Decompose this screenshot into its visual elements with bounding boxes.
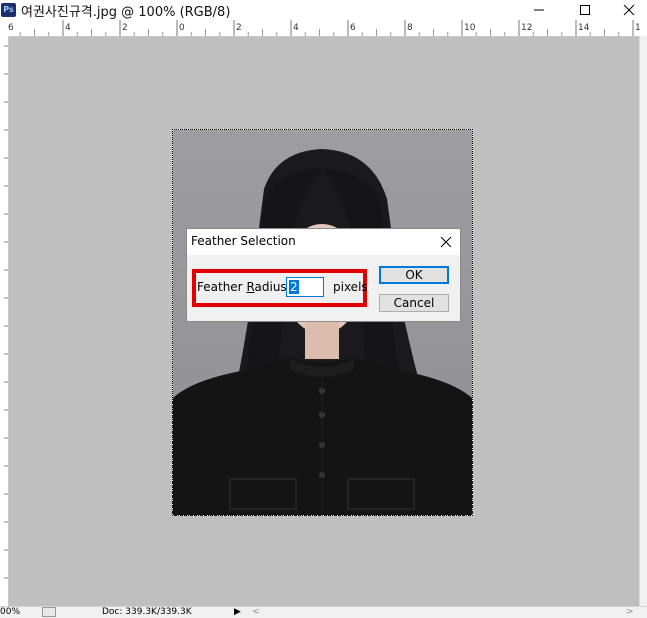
status-menu-icon[interactable] <box>42 607 56 617</box>
units-label: pixels <box>333 280 368 294</box>
ruler-tick-label: 4 <box>293 23 299 33</box>
ruler-tick-label: 12 <box>521 23 532 33</box>
horizontal-ruler[interactable]: 6 4 2 0 2 4 6 8 10 12 14 16 <box>5 20 647 37</box>
vertical-scrollbar[interactable] <box>639 36 647 606</box>
feather-radius-label: Feather Radius: <box>197 280 291 294</box>
ok-button[interactable]: OK <box>379 266 449 284</box>
ruler-tick-label: 16 <box>635 23 640 33</box>
feather-selection-dialog: Feather Selection Feather Radius: 2 pixe… <box>186 228 461 322</box>
ruler-tick-label: 6 <box>350 23 356 33</box>
ruler-tick-label: 14 <box>578 23 590 33</box>
maximize-button[interactable] <box>567 0 603 20</box>
ruler-ticks: 6 4 2 0 2 4 6 8 10 12 14 16 <box>5 20 647 36</box>
close-window-button[interactable] <box>611 0 647 20</box>
scroll-right-icon[interactable]: > <box>626 607 634 618</box>
ruler-tick-label: 8 <box>407 23 413 33</box>
zoom-level[interactable]: 00% <box>0 607 20 618</box>
ruler-tick-label: 4 <box>65 23 71 33</box>
ruler-tick-label: 6 <box>8 23 14 33</box>
document-size: Doc: 339.3K/339.3K <box>102 607 192 617</box>
cancel-button[interactable]: Cancel <box>379 294 449 312</box>
status-arrow-icon[interactable]: ▶ <box>234 607 241 618</box>
minimize-button[interactable] <box>521 0 557 20</box>
document-title: 여권사진규격.jpg @ 100% (RGB/8) <box>21 5 231 20</box>
status-bar: 00% Doc: 339.3K/339.3K ▶ < > <box>0 606 647 618</box>
vertical-ruler-ticks <box>4 45 8 579</box>
mnemonic-letter: R <box>246 280 255 294</box>
portrait-photo[interactable] <box>172 129 473 516</box>
portrait-image <box>172 129 473 516</box>
maximize-icon <box>580 5 590 15</box>
feather-radius-input[interactable]: 2 <box>286 277 324 297</box>
vertical-ruler[interactable] <box>0 36 9 606</box>
minimize-icon <box>534 9 544 11</box>
close-icon <box>440 236 452 248</box>
ruler-tick-label: 0 <box>179 23 185 33</box>
ruler-tick-label: 2 <box>122 23 128 33</box>
scroll-left-icon[interactable]: < <box>252 607 260 618</box>
photoshop-app-icon: Ps <box>1 3 16 17</box>
ruler-corner <box>0 20 8 36</box>
ruler-tick-label: 10 <box>464 23 476 33</box>
ruler-tick-label: 2 <box>236 23 242 33</box>
close-icon <box>623 4 635 16</box>
title-bar: Ps 여권사진규격.jpg @ 100% (RGB/8) <box>0 0 647 20</box>
dialog-close-button[interactable] <box>436 232 456 252</box>
dialog-header: Feather Selection <box>187 229 460 255</box>
dialog-title: Feather Selection <box>191 234 296 248</box>
radius-value: 2 <box>289 280 299 294</box>
